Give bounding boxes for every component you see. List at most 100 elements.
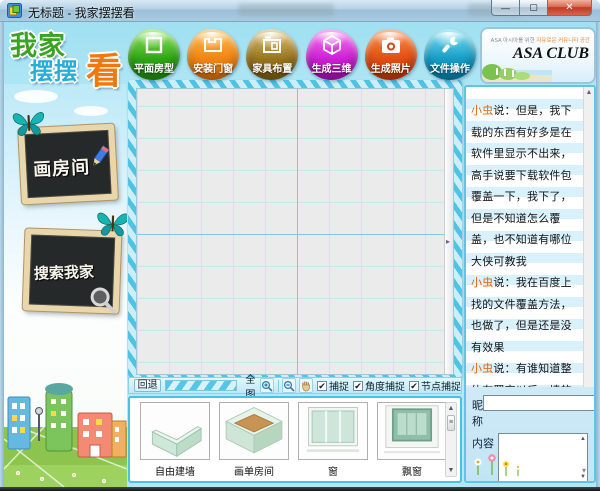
hand-icon — [300, 380, 312, 392]
message-sender: 小虫 — [471, 105, 493, 117]
canvas-frame: ▸ — [128, 80, 462, 377]
cube-icon — [321, 34, 343, 56]
furniture-button[interactable]: 家具布置 — [246, 29, 298, 80]
item-single-room[interactable]: 画单房间 — [219, 402, 289, 479]
item-label: 窗 — [298, 463, 368, 478]
maximize-button[interactable]: ▢ — [520, 0, 547, 16]
flowers-decoration — [470, 451, 530, 477]
asa-club-banner[interactable]: ASA 아시아를 위한 자유로운 커뮤니티 공간 ASA CLUB — [480, 27, 596, 84]
app-window: 无标题 - 我家摆摆看 — ▢ ✕ 我家 摆摆 看 平面房型 安装门窗 — [0, 0, 600, 491]
item-bay-window[interactable]: 飘窗 — [377, 402, 447, 479]
generate-3d-button[interactable]: 生成三维 — [306, 29, 358, 80]
nickname-input[interactable] — [483, 395, 596, 411]
pan-button[interactable] — [299, 378, 313, 393]
draw-room-button[interactable]: 画房间 — [18, 124, 118, 205]
search-home-label: 搜索我家 — [34, 261, 95, 284]
chat-messages[interactable]: 小虫说：但是，我下载的东西有好多是在软件里显示不出来，高手说要下载软件包覆盖一下… — [466, 87, 594, 387]
drawing-canvas[interactable]: ▸ — [136, 88, 454, 375]
logo-text-2: 摆摆 — [30, 52, 78, 86]
minimize-button[interactable]: — — [491, 0, 520, 16]
window-border-right — [596, 22, 600, 487]
zoom-out-icon — [283, 380, 295, 392]
cloud-decoration — [74, 106, 108, 116]
generate-photo-button[interactable]: 生成照片 — [365, 29, 417, 80]
building-items-panel: 自由建墙 画单房间 — [128, 396, 462, 483]
zoom-in-icon — [261, 380, 273, 392]
butterfly-icon — [11, 107, 47, 139]
item-window[interactable]: 窗 — [298, 402, 368, 479]
logo-text-3: 看 — [86, 42, 122, 94]
node-snap-checkbox-box: ✔ — [409, 381, 419, 391]
item-free-wall[interactable]: 自由建墙 — [140, 402, 210, 479]
scroll-up-arrow[interactable]: ▲ — [584, 87, 594, 98]
items-scrollbar[interactable]: ▲ ≡ ▼ — [445, 402, 457, 477]
canvas-splitter[interactable]: ▸ — [444, 89, 453, 374]
scrollbar-thumb[interactable]: ≡ — [447, 415, 455, 431]
search-home-button[interactable]: 搜索我家 — [23, 228, 122, 313]
client-area: 我家 摆摆 看 平面房型 安装门窗 家具布置 生成三维 — [4, 22, 596, 487]
floorplan-button[interactable]: 平面房型 — [128, 29, 180, 80]
canvas-toolbar: 回退 全图 ✔捕捉 ✔角度捕捉 ✔节点捕捉 — [128, 377, 462, 394]
floorplan-icon — [143, 34, 165, 56]
free-wall-thumbnail — [140, 402, 210, 460]
item-label: 飘窗 — [377, 463, 447, 478]
main-toolbar: 平面房型 安装门窗 家具布置 生成三维 生成照片 文件操作 — [128, 29, 476, 83]
left-sidebar: 画房间 搜索我家 — [4, 84, 127, 487]
undo-button[interactable]: 回退 — [134, 379, 161, 392]
wrench-icon — [439, 34, 461, 56]
cloud-decoration — [14, 90, 58, 103]
app-icon — [7, 3, 22, 18]
nickname-label: 昵称 — [472, 395, 483, 429]
window-border-left — [0, 22, 4, 487]
banner-tagline: ASA 아시아를 위한 자유로운 커뮤니티 공간 — [482, 36, 590, 44]
butterfly-icon — [95, 207, 127, 240]
furniture-icon — [260, 34, 284, 56]
angle-snap-checkbox-box: ✔ — [353, 381, 363, 391]
item-label: 自由建墙 — [140, 463, 210, 478]
title-bar[interactable]: 无标题 - 我家摆摆看 — ▢ ✕ — [0, 0, 600, 22]
textarea-up-arrow[interactable]: ▲ — [580, 436, 586, 442]
chat-panel: 小虫说：但是，我下载的东西有好多是在软件里显示不出来，高手说要下载软件包覆盖一下… — [464, 85, 596, 483]
chat-message: 小虫说：但是，我下载的东西有好多是在软件里显示不出来，高手说要下载软件包覆盖一下… — [471, 101, 580, 273]
door-window-icon — [201, 34, 225, 56]
pencil-icon — [85, 144, 112, 171]
canvas-axis-vertical — [297, 89, 298, 374]
doors-windows-button[interactable]: 安装门窗 — [187, 29, 239, 80]
zoom-out-button[interactable] — [282, 378, 296, 393]
chat-message: 小虫说：有谁知道整体布置完以后，墙的厚度一起更改时怎么更改的？一段一段的俺会 — [471, 359, 580, 387]
message-text: 但是，我下载的东西有好多是在软件里显示不出来，高手说要下载软件包覆盖一下，我下了… — [471, 105, 572, 268]
zoom-in-button[interactable] — [260, 378, 274, 393]
search-icon — [86, 285, 117, 316]
single-room-thumbnail — [219, 402, 289, 460]
window-controls: — ▢ ✕ — [491, 0, 592, 16]
bay-window-thumbnail — [377, 402, 447, 460]
content-label: 内容 — [472, 433, 498, 451]
chat-scrollbar[interactable]: ▲ — [583, 87, 594, 387]
scroll-up-arrow[interactable]: ▲ — [446, 403, 456, 414]
camera-icon — [379, 34, 403, 56]
close-button[interactable]: ✕ — [547, 0, 592, 16]
window-thumbnail — [298, 402, 368, 460]
chat-message: 小虫说：我在百度上找的文件覆盖方法，也做了，但是还是没有效果 — [471, 273, 580, 359]
horizontal-scrollbar[interactable] — [165, 380, 237, 391]
window-title: 无标题 - 我家摆摆看 — [28, 4, 135, 21]
titlebar-smudge — [238, 4, 334, 16]
chat-input-area: 昵称 内容 ▲ ▼ 发送 ▾ — [466, 387, 594, 481]
snap-checkbox[interactable]: ✔捕捉 — [317, 378, 349, 393]
cartoon-city-decoration — [4, 369, 127, 487]
canvas-axis-horizontal — [137, 234, 453, 235]
snap-checkbox-box: ✔ — [317, 381, 327, 391]
splitter-arrow-icon: ▸ — [446, 237, 450, 246]
file-operations-button[interactable]: 文件操作 — [424, 29, 476, 80]
app-logo: 我家 摆摆 看 — [8, 24, 126, 86]
angle-snap-checkbox[interactable]: ✔角度捕捉 — [353, 378, 405, 393]
resize-grip-icon: ▾ — [582, 466, 586, 475]
node-snap-checkbox[interactable]: ✔节点捕捉 — [409, 378, 461, 393]
toolbar-separator — [278, 380, 279, 392]
message-sender: 小虫 — [471, 363, 493, 375]
draw-room-label: 画房间 — [33, 153, 91, 182]
item-label: 画单房间 — [219, 463, 289, 478]
scroll-down-arrow[interactable]: ▼ — [446, 465, 456, 476]
banner-landscape — [482, 60, 552, 82]
message-sender: 小虫 — [471, 277, 493, 289]
